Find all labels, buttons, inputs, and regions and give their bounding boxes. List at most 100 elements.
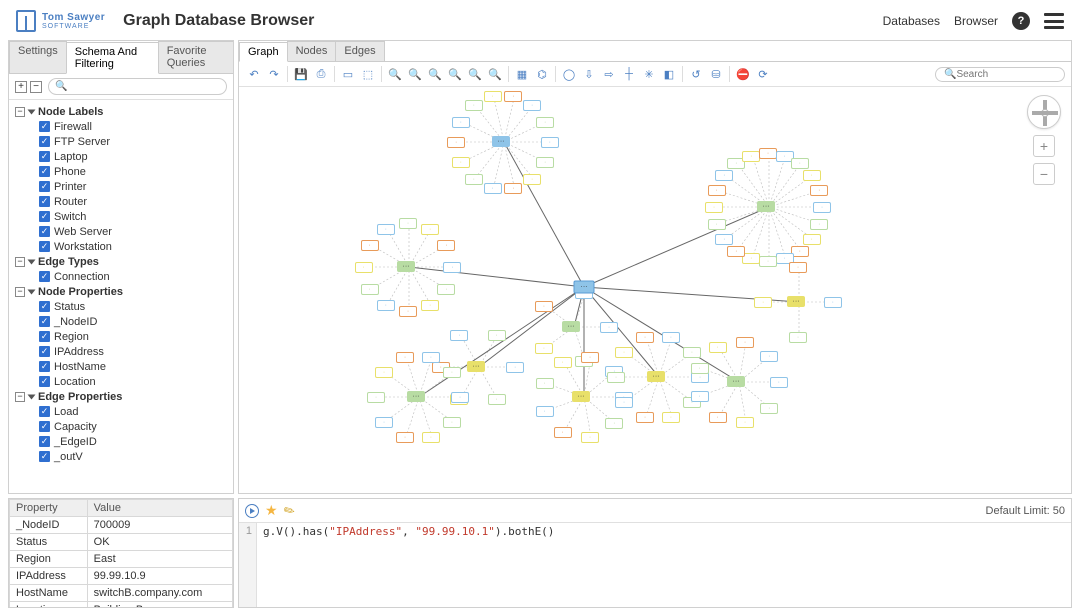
databases-link[interactable]: Databases bbox=[883, 14, 940, 28]
graph-leaf-node[interactable]: · bbox=[742, 151, 760, 162]
graph-leaf-node[interactable]: · bbox=[581, 432, 599, 443]
graph-leaf-node[interactable]: · bbox=[452, 117, 470, 128]
db-icon[interactable]: ⛁ bbox=[707, 65, 725, 83]
graph-leaf-node[interactable]: · bbox=[452, 157, 470, 168]
graph-leaf-node[interactable]: · bbox=[484, 183, 502, 194]
graph-leaf-node[interactable]: · bbox=[709, 342, 727, 353]
checkbox-icon[interactable]: ✓ bbox=[39, 376, 50, 387]
graph-leaf-node[interactable]: · bbox=[437, 240, 455, 251]
graph-leaf-node[interactable]: · bbox=[422, 352, 440, 363]
tree-item[interactable]: Firewall bbox=[54, 121, 92, 133]
tree-item[interactable]: Status bbox=[54, 301, 85, 313]
graph-leaf-node[interactable]: · bbox=[705, 202, 723, 213]
checkbox-icon[interactable]: ✓ bbox=[39, 451, 50, 462]
bundle-icon[interactable]: ⌬ bbox=[533, 65, 551, 83]
zoom-in-icon[interactable]: 🔍 bbox=[386, 65, 404, 83]
graph-leaf-node[interactable]: · bbox=[636, 412, 654, 423]
tree-item[interactable]: Web Server bbox=[54, 226, 112, 238]
refresh-icon[interactable]: ⟳ bbox=[754, 65, 772, 83]
table-row[interactable]: IPAddress99.99.10.9 bbox=[10, 568, 233, 585]
graph-leaf-node[interactable]: · bbox=[803, 234, 821, 245]
graph-search-input[interactable] bbox=[956, 69, 1056, 80]
graph-hub-node[interactable]: ··· bbox=[467, 361, 485, 372]
graph-leaf-node[interactable]: · bbox=[554, 357, 572, 368]
tree-item[interactable]: Workstation bbox=[54, 241, 112, 253]
schema-search-input[interactable] bbox=[67, 80, 220, 93]
tree-item[interactable]: Location bbox=[54, 376, 96, 388]
tree-item[interactable]: Capacity bbox=[54, 421, 97, 433]
graph-leaf-node[interactable]: · bbox=[810, 185, 828, 196]
graph-leaf-node[interactable]: · bbox=[581, 352, 599, 363]
checkbox-icon[interactable]: ✓ bbox=[39, 166, 50, 177]
tab-settings[interactable]: Settings bbox=[9, 41, 67, 73]
graph-leaf-node[interactable]: · bbox=[355, 262, 373, 273]
checkbox-icon[interactable]: ✓ bbox=[39, 421, 50, 432]
graph-leaf-node[interactable]: · bbox=[736, 337, 754, 348]
graph-hub-node[interactable]: ··· bbox=[787, 296, 805, 307]
graph-leaf-node[interactable]: · bbox=[789, 262, 807, 273]
graph-leaf-node[interactable]: · bbox=[523, 174, 541, 185]
tree-item[interactable]: HostName bbox=[54, 361, 106, 373]
graph-leaf-node[interactable]: · bbox=[813, 202, 831, 213]
zoom-out2-icon[interactable]: 🔍 bbox=[446, 65, 464, 83]
checkbox-icon[interactable]: ✓ bbox=[39, 316, 50, 327]
circular-icon[interactable]: ◯ bbox=[560, 65, 578, 83]
graph-leaf-node[interactable]: · bbox=[607, 372, 625, 383]
checkbox-icon[interactable]: ✓ bbox=[39, 436, 50, 447]
graph-leaf-node[interactable]: · bbox=[791, 158, 809, 169]
graph-leaf-node[interactable]: · bbox=[377, 300, 395, 311]
zoom-sel-icon[interactable]: 🔍 bbox=[486, 65, 504, 83]
graph-hub-node[interactable]: ··· bbox=[397, 261, 415, 272]
graph-leaf-node[interactable]: · bbox=[443, 417, 461, 428]
tree-item[interactable]: _NodeID bbox=[54, 316, 97, 328]
graph-leaf-node[interactable]: · bbox=[709, 412, 727, 423]
checkbox-icon[interactable]: ✓ bbox=[39, 181, 50, 192]
hamburger-icon[interactable] bbox=[1044, 13, 1064, 29]
table-row[interactable]: RegionEast bbox=[10, 551, 233, 568]
graph-leaf-node[interactable]: · bbox=[523, 100, 541, 111]
undo-icon[interactable]: ↶ bbox=[245, 65, 263, 83]
graph-leaf-node[interactable]: · bbox=[662, 412, 680, 423]
graph-leaf-node[interactable]: · bbox=[361, 284, 379, 295]
undo2-icon[interactable]: ↺ bbox=[687, 65, 705, 83]
graph-leaf-node[interactable]: · bbox=[770, 377, 788, 388]
tab-edges[interactable]: Edges bbox=[335, 41, 384, 61]
graph-leaf-node[interactable]: · bbox=[759, 148, 777, 159]
tree-item[interactable]: Printer bbox=[54, 181, 86, 193]
pan-compass[interactable] bbox=[1027, 95, 1061, 129]
graph-leaf-node[interactable]: · bbox=[535, 343, 553, 354]
save-icon[interactable]: 💾 bbox=[292, 65, 310, 83]
checkbox-icon[interactable]: ✓ bbox=[39, 331, 50, 342]
tab-favorite-queries[interactable]: Favorite Queries bbox=[158, 41, 234, 73]
tree-expander-icon[interactable]: − bbox=[15, 107, 25, 117]
tree-item[interactable]: Router bbox=[54, 196, 87, 208]
zoom-out-icon[interactable]: 🔍 bbox=[426, 65, 444, 83]
tree-item[interactable]: Phone bbox=[54, 166, 86, 178]
tree-group-node-properties[interactable]: Node Properties bbox=[38, 286, 123, 298]
collapse-all-icon[interactable]: − bbox=[30, 81, 42, 93]
graph-leaf-node[interactable]: · bbox=[554, 427, 572, 438]
run-query-button[interactable] bbox=[245, 504, 259, 518]
graph-leaf-node[interactable]: · bbox=[396, 352, 414, 363]
graph-leaf-node[interactable]: · bbox=[536, 406, 554, 417]
tree-expander-icon[interactable]: − bbox=[15, 287, 25, 297]
export-icon[interactable]: ⎙ bbox=[312, 65, 330, 83]
wand-icon[interactable]: ✎ bbox=[280, 501, 297, 520]
graph-leaf-node[interactable]: · bbox=[810, 219, 828, 230]
checkbox-icon[interactable]: ✓ bbox=[39, 151, 50, 162]
graph-leaf-node[interactable]: · bbox=[715, 170, 733, 181]
tree-item[interactable]: Laptop bbox=[54, 151, 88, 163]
expand-all-icon[interactable]: + bbox=[15, 81, 27, 93]
graph-leaf-node[interactable]: · bbox=[691, 391, 709, 402]
graph-leaf-node[interactable]: · bbox=[375, 417, 393, 428]
graph-leaf-node[interactable]: · bbox=[754, 297, 772, 308]
tree-group-edge-properties[interactable]: Edge Properties bbox=[38, 391, 122, 403]
graph-leaf-node[interactable]: · bbox=[605, 418, 623, 429]
graph-leaf-node[interactable]: · bbox=[636, 332, 654, 343]
graph-leaf-node[interactable]: · bbox=[361, 240, 379, 251]
checkbox-icon[interactable]: ✓ bbox=[39, 211, 50, 222]
graph-leaf-node[interactable]: · bbox=[504, 91, 522, 102]
graph-leaf-node[interactable]: · bbox=[367, 392, 385, 403]
graph-leaf-node[interactable]: · bbox=[691, 363, 709, 374]
graph-leaf-node[interactable]: · bbox=[447, 137, 465, 148]
